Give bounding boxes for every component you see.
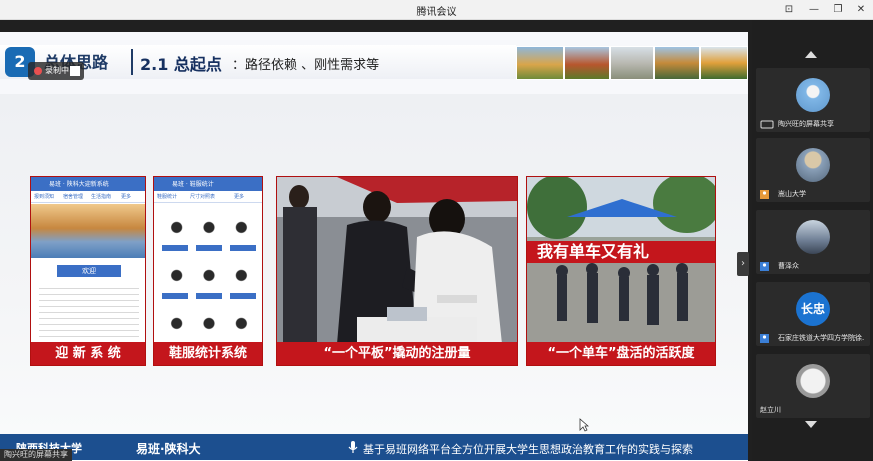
campus-banner-image	[31, 204, 145, 258]
phone-tab: 宿舍管理	[63, 194, 84, 200]
recording-label: 录制中	[45, 66, 69, 75]
meeting-window: 腾讯会议 ⊡ — ❐ ✕ 总体思路 2.1 总起点 ：路径依赖 、刚性需求等 2…	[0, 0, 873, 461]
scroll-up-icon[interactable]	[805, 51, 817, 58]
campus-photo-5	[700, 46, 748, 80]
phone-tabs: 鞋服统计 尺寸对照表 更多	[154, 191, 262, 203]
participant-tile[interactable]: 曹泽众	[756, 210, 870, 274]
participant-avatar	[796, 148, 830, 182]
phone-tabs: 报到须知 宿舍管理 生活指南 更多	[31, 191, 145, 203]
user-icon	[760, 334, 769, 343]
participant-panel: 陶兴旺的屏幕共享 嵩山大学 曹泽众 长忠 石家庄铁道大学四方学院徐... 赵立川	[752, 20, 873, 461]
footer-brand: 易班·陕科大	[136, 442, 201, 456]
pin-icon[interactable]: ⊡	[781, 2, 797, 18]
phone-tab: 报到须知	[34, 194, 55, 200]
header-divider	[131, 49, 133, 75]
card-caption: “一个单车”盘活的活跃度	[527, 342, 715, 365]
phone-status-bar: 易班 · 鞋服统计	[154, 177, 262, 191]
app-title: 易班 · 陕科大迎新系统	[49, 181, 109, 188]
card-caption: 鞋服统计系统	[154, 342, 262, 365]
slide-body: 易班 · 陕科大迎新系统 报到须知 宿舍管理 生活指南 更多 欢迎 迎 新 系 …	[0, 94, 748, 434]
mouse-cursor-icon	[579, 418, 589, 432]
participant-avatar: 长忠	[796, 292, 830, 326]
size-avatar-grid	[160, 213, 258, 333]
presentation-slide: 总体思路 2.1 总起点 ：路径依赖 、刚性需求等 2 录制中	[0, 32, 748, 461]
slide-footer: 陕西科技大学 易班·陕科大 基于易班网络平台全方位开展大学生思想政治教育工作的实…	[0, 434, 748, 460]
participant-tile[interactable]: 陶兴旺的屏幕共享	[756, 68, 870, 132]
card-caption: “一个平板”撬动的注册量	[277, 342, 517, 365]
participant-name: 曹泽众	[778, 262, 799, 270]
user-icon	[760, 262, 769, 271]
header-section-title: 2.1 总起点	[140, 55, 222, 74]
campus-photo-4	[654, 46, 700, 80]
size-buttons-row	[162, 293, 256, 299]
event-banner-text: 我有单车又有礼	[537, 242, 650, 261]
phone-status-bar: 易班 · 陕科大迎新系统	[31, 177, 145, 191]
card-tablet-registration: “一个平板”撬动的注册量	[276, 176, 518, 366]
participant-name: 陶兴旺的屏幕共享	[778, 120, 834, 128]
record-icon	[34, 67, 42, 75]
card-uniform-stats: 易班 · 鞋服统计 鞋服统计 尺寸对照表 更多 鞋服统计系统	[153, 176, 263, 366]
stop-record-icon[interactable]	[70, 66, 80, 76]
welcome-text-block	[39, 283, 139, 338]
recording-indicator[interactable]: 录制中	[28, 62, 84, 80]
card-bicycle-activity: 我有单车又有礼 “一个单车”盘活的活跃度	[526, 176, 716, 366]
scroll-down-icon[interactable]	[805, 421, 817, 428]
close-icon[interactable]: ✕	[853, 2, 869, 18]
phone-tab: 更多	[121, 194, 132, 200]
screen-share-label: 陶兴旺的屏幕共享	[0, 449, 72, 461]
phone-tab: 生活指南	[91, 194, 112, 200]
app-title: 易班 · 鞋服统计	[172, 181, 214, 188]
minimize-icon[interactable]: —	[806, 2, 822, 18]
header-photo-strip	[516, 46, 748, 80]
size-buttons-row	[162, 245, 256, 251]
expand-panel-icon[interactable]: ›	[737, 252, 749, 276]
header-subtitle: ：路径依赖 、刚性需求等	[232, 58, 380, 73]
participant-avatar	[796, 364, 830, 398]
participant-name: 石家庄铁道大学四方学院徐...	[778, 334, 864, 342]
window-title: 腾讯会议	[416, 7, 457, 18]
card-caption: 迎 新 系 统	[31, 342, 145, 365]
phone-tab: 更多	[234, 194, 245, 200]
card-welcome-system: 易班 · 陕科大迎新系统 报到须知 宿舍管理 生活指南 更多 欢迎 迎 新 系 …	[30, 176, 146, 366]
footer-caption: 基于易班网络平台全方位开展大学生思想政治教育工作的实践与探索	[363, 443, 693, 456]
registration-photo	[277, 177, 517, 344]
maximize-icon[interactable]: ❐	[830, 2, 846, 18]
phone-tab: 鞋服统计	[157, 194, 178, 200]
phone-tab: 尺寸对照表	[190, 194, 216, 200]
participant-tile[interactable]: 长忠 石家庄铁道大学四方学院徐...	[756, 282, 870, 346]
slide-header: 总体思路 2.1 总起点 ：路径依赖 、刚性需求等 2 录制中	[0, 32, 748, 94]
participant-tile[interactable]: 嵩山大学	[756, 138, 870, 202]
participant-avatar	[796, 220, 830, 254]
participant-avatar	[796, 78, 830, 112]
shared-screen-area: 总体思路 2.1 总起点 ：路径依赖 、刚性需求等 2 录制中	[0, 20, 752, 461]
campus-photo-1	[516, 46, 564, 80]
title-bar: 腾讯会议 ⊡ — ❐ ✕	[0, 0, 873, 20]
screen-share-icon	[760, 120, 774, 129]
welcome-banner: 欢迎	[57, 265, 121, 277]
participant-name: 嵩山大学	[778, 190, 806, 198]
campus-photo-3	[610, 46, 654, 80]
microphone-icon	[348, 441, 358, 453]
participant-tile[interactable]: 赵立川	[756, 354, 870, 418]
campus-photo-2	[564, 46, 610, 80]
user-icon	[760, 190, 769, 199]
participant-name: 赵立川	[760, 406, 781, 414]
